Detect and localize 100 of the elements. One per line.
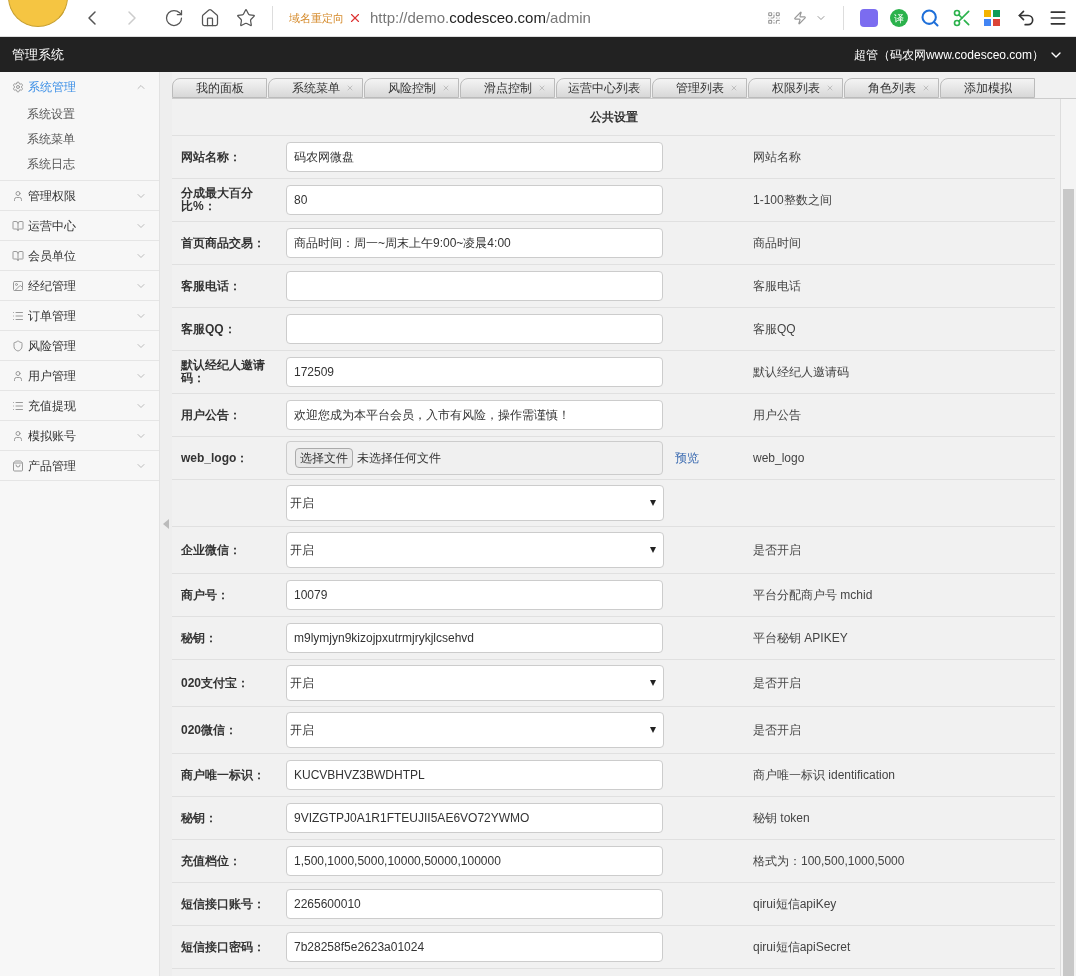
sidebar-item[interactable]: 经纪管理 xyxy=(0,271,159,300)
app-title: 管理系统 xyxy=(12,45,64,64)
field-description: web_logo xyxy=(753,450,805,467)
text-field[interactable]: 2265600010 xyxy=(286,889,663,919)
submenu-item[interactable]: 系统日志 xyxy=(0,151,159,176)
book-icon xyxy=(12,219,24,232)
scrollbar[interactable] xyxy=(1060,99,1076,976)
close-icon[interactable] xyxy=(634,84,642,92)
tab[interactable]: 运营中心列表 xyxy=(556,78,651,98)
dropdown-arrow-icon xyxy=(650,500,656,506)
sidebar-item[interactable]: 订单管理 xyxy=(0,301,159,330)
field-label: 首页商品交易： xyxy=(181,236,266,250)
field-label: 秘钥： xyxy=(181,811,218,825)
preview-link[interactable]: 预览 xyxy=(675,449,699,467)
text-field[interactable]: 1,500,1000,5000,10000,50000,100000 xyxy=(286,846,663,876)
field-label: 网站名称： xyxy=(181,150,242,164)
tab[interactable]: 添加模拟 xyxy=(940,78,1035,98)
shield-icon xyxy=(12,339,24,352)
tab[interactable]: 系统菜单 xyxy=(268,78,363,98)
text-field[interactable]: 80 xyxy=(286,185,663,215)
text-field[interactable]: 7b28258f5e2623a01024 xyxy=(286,932,663,962)
field-label: 商户号： xyxy=(181,588,230,602)
lightning-icon[interactable] xyxy=(793,11,807,25)
scissors-icon[interactable] xyxy=(952,8,972,28)
menu-icon[interactable] xyxy=(1048,8,1068,28)
field-description: 客服电话 xyxy=(753,278,801,295)
star-icon[interactable] xyxy=(236,8,256,28)
person-icon xyxy=(12,429,24,442)
sidebar-item[interactable]: 模拟账号 xyxy=(0,421,159,450)
collapse-arrow-icon[interactable] xyxy=(163,519,169,529)
tab[interactable]: 角色列表 xyxy=(844,78,939,98)
submenu-item[interactable]: 系统菜单 xyxy=(0,126,159,151)
field-label: 用户公告： xyxy=(181,408,242,422)
tab[interactable]: 风险控制 xyxy=(364,78,459,98)
select-field[interactable]: 开启 xyxy=(286,485,664,521)
field-label: 分成最大百分比%： xyxy=(181,187,254,213)
reload-icon[interactable] xyxy=(164,8,184,28)
field-description: 格式为：100,500,1000,5000 xyxy=(753,853,905,870)
form-title: 公共设置 xyxy=(172,99,1055,136)
sidebar-item[interactable]: 充值提现 xyxy=(0,391,159,420)
sidebar-item[interactable]: 会员单位 xyxy=(0,241,159,270)
field-description: 客服QQ xyxy=(753,321,796,338)
text-field[interactable]: m9lymjyn9kizojpxutrmjrykjlcsehvd xyxy=(286,623,663,653)
field-description: 秘钥 token xyxy=(753,810,810,827)
tab[interactable]: 滑点控制 xyxy=(460,78,555,98)
field-label: 默认经纪人邀请码： xyxy=(181,359,266,385)
text-field[interactable] xyxy=(286,271,663,301)
text-field[interactable] xyxy=(286,314,663,344)
field-label: 企业微信： xyxy=(181,543,242,557)
text-field[interactable]: 172509 xyxy=(286,357,663,387)
text-field[interactable]: 商品时间：周一~周末上午9:00~凌晨4:00 xyxy=(286,228,663,258)
undo-icon[interactable] xyxy=(1016,8,1036,28)
field-description: 商户唯一标识 identification xyxy=(753,767,896,784)
field-label: 秘钥： xyxy=(181,631,218,645)
tab[interactable]: 管理列表 xyxy=(652,78,747,98)
extension-icon[interactable] xyxy=(860,9,878,27)
text-field[interactable]: 欢迎您成为本平台会员，入市有风险，操作需谨慎！ xyxy=(286,400,663,430)
sidebar-item[interactable]: 风险管理 xyxy=(0,331,159,360)
user-menu[interactable]: 超管（码农网www.codesceo.com） xyxy=(853,45,1044,64)
field-description: 是否开启 xyxy=(753,722,801,739)
field-label: 短信接口密码： xyxy=(181,940,266,954)
text-field[interactable]: KUCVBHVZ3BWDHTPL xyxy=(286,760,663,790)
sidebar-item[interactable]: 管理权限 xyxy=(0,181,159,210)
text-field[interactable]: 10079 xyxy=(286,580,663,610)
text-field[interactable]: 9VIZGTPJ0A1R1FTEUJII5AE6VO72YWMO xyxy=(286,803,663,833)
select-field[interactable]: 开启 xyxy=(286,712,664,748)
field-description: 1-100整数之间 xyxy=(753,192,832,209)
choose-file-button[interactable]: 选择文件 xyxy=(295,448,353,468)
text-field[interactable]: 码农网微盘 xyxy=(286,142,663,172)
select-field[interactable]: 开启 xyxy=(286,665,664,701)
field-description: 用户公告 xyxy=(753,407,801,424)
insecure-icon xyxy=(348,11,362,25)
file-status: 未选择任何文件 xyxy=(357,450,441,467)
sidebar-item[interactable]: 运营中心 xyxy=(0,211,159,240)
address-field[interactable]: http://demo.codesceo.com/admin xyxy=(370,6,591,30)
tab[interactable]: 权限列表 xyxy=(748,78,843,98)
field-label: 客服QQ： xyxy=(181,322,237,336)
field-label: 商户唯一标识： xyxy=(181,768,266,782)
field-label: 充值档位： xyxy=(181,854,242,868)
person-icon xyxy=(12,369,24,382)
select-field[interactable]: 开启 xyxy=(286,532,664,568)
sidebar-item[interactable]: 产品管理 xyxy=(0,451,159,480)
field-description: 平台秘钥 APIKEY xyxy=(753,630,848,647)
field-label: 短信接口账号： xyxy=(181,897,266,911)
field-label: 020微信： xyxy=(181,723,239,737)
image-icon xyxy=(12,279,24,292)
submenu-item[interactable]: 系统设置 xyxy=(0,101,159,126)
field-description: 是否开启 xyxy=(753,675,801,692)
field-description: 默认经纪人邀请码 xyxy=(753,364,849,381)
apps-icon[interactable] xyxy=(984,10,1000,26)
bag-icon xyxy=(12,459,24,472)
dropdown-arrow-icon xyxy=(650,727,656,733)
tab[interactable]: 我的面板 xyxy=(172,78,267,98)
qr-code-icon[interactable] xyxy=(767,11,781,25)
file-field[interactable]: 选择文件 未选择任何文件 xyxy=(286,441,663,475)
sidebar-item[interactable]: 用户管理 xyxy=(0,361,159,390)
home-icon[interactable] xyxy=(200,8,220,28)
field-description: 网站名称 xyxy=(753,149,801,166)
gear-icon xyxy=(12,80,24,93)
search-icon[interactable] xyxy=(920,8,940,28)
